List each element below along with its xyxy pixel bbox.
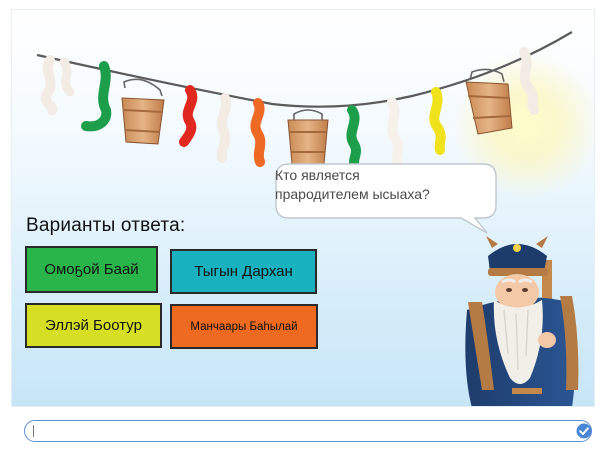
answer-option-4[interactable]: Манчаары Баһылай xyxy=(170,304,318,349)
ribbon-orange xyxy=(250,98,266,167)
ribbon-green xyxy=(81,61,112,132)
question-line-2: прародителем ысыаха? xyxy=(275,186,430,202)
ribbon-white xyxy=(40,55,58,115)
ribbon-red xyxy=(179,85,198,147)
question-text: Кто является прародителем ысыаха? xyxy=(275,166,480,204)
text-caret xyxy=(33,425,34,437)
bucket-2 xyxy=(287,109,329,165)
question-line-1: Кто является xyxy=(275,167,360,183)
answers-title: Варианты ответа: xyxy=(26,215,186,236)
check-circle-icon[interactable] xyxy=(576,423,592,439)
answer-input[interactable] xyxy=(24,420,592,442)
ribbon-white xyxy=(519,47,539,115)
ribbon-green xyxy=(346,105,361,173)
answer-option-3[interactable]: Эллэй Боотур xyxy=(25,303,162,348)
ribbon-white xyxy=(387,97,404,171)
ribbon-yellow xyxy=(429,87,446,155)
answer-option-1[interactable]: Омоҕой Баай xyxy=(25,246,158,293)
bucket-1 xyxy=(121,78,165,145)
ribbon-white xyxy=(216,93,232,163)
answer-option-2[interactable]: Тыгын Дархан xyxy=(170,249,317,294)
elder-character xyxy=(465,236,579,406)
ribbon-white xyxy=(59,57,75,97)
